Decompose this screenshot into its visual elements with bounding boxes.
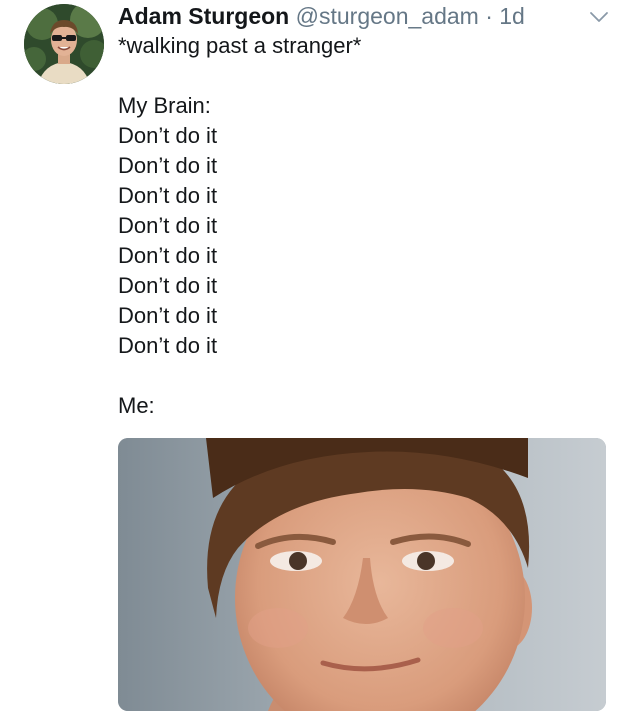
line-spacer <box>118 61 361 91</box>
repeated-line: Don’t do it <box>118 213 218 238</box>
avatar-image <box>24 4 104 84</box>
repeated-line: Don’t do it <box>118 303 218 328</box>
tweet: Adam Sturgeon @sturgeon_adam · 1d *walki… <box>0 0 638 719</box>
me-label: Me: <box>118 393 155 418</box>
brain-label: My Brain: <box>118 93 211 118</box>
line-spacer <box>118 361 361 391</box>
repeated-line: Don’t do it <box>118 273 218 298</box>
boy-face-photo <box>118 438 606 711</box>
chevron-down-icon[interactable] <box>588 10 610 24</box>
repeated-line: Don’t do it <box>118 333 218 358</box>
tweet-timestamp[interactable]: 1d <box>499 3 525 29</box>
repeated-line: Don’t do it <box>118 123 218 148</box>
repeated-line: Don’t do it <box>118 153 218 178</box>
repeated-line: Don’t do it <box>118 183 218 208</box>
meta-separator: · <box>485 3 493 29</box>
repeated-line: Don’t do it <box>118 243 218 268</box>
author-handle[interactable]: @sturgeon_adam <box>296 3 479 29</box>
avatar[interactable] <box>24 4 104 84</box>
tweet-photo[interactable] <box>118 438 606 711</box>
tweet-caption: *walking past a stranger* <box>118 33 362 58</box>
tweet-text: *walking past a stranger* My Brain: Don’… <box>118 31 361 421</box>
tweet-header: Adam Sturgeon @sturgeon_adam · 1d <box>118 2 525 30</box>
author-name[interactable]: Adam Sturgeon <box>118 3 289 29</box>
